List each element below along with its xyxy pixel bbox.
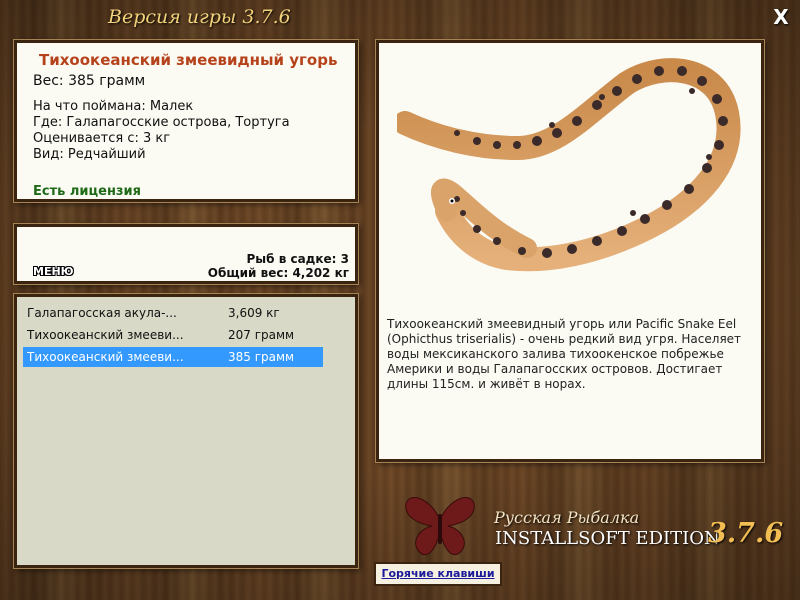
butterfly-logo bbox=[405, 497, 475, 556]
list-item-weight: 385 грамм bbox=[228, 350, 295, 364]
fish-kind: Вид: Редчайший bbox=[33, 147, 146, 162]
list-item-name: Тихоокеанский змееви... bbox=[27, 328, 184, 342]
brand-title: Русская Рыбалка bbox=[494, 508, 640, 527]
list-item-selected[interactable]: Тихоокеанский змееви... 385 грамм bbox=[23, 347, 323, 367]
fish-count: Рыб в садке: 3 bbox=[246, 252, 350, 266]
window-title: Версия игры 3.7.6 bbox=[108, 6, 291, 28]
fish-name: Тихоокеанский змеевидный угорь bbox=[39, 51, 338, 69]
menu-button[interactable]: МЕНЮ bbox=[33, 265, 74, 278]
fish-weight: Вес: 385 грамм bbox=[33, 73, 146, 89]
brand-version: 3.7.6 bbox=[708, 518, 784, 549]
total-weight: Общий вес: 4,202 кг bbox=[207, 266, 349, 280]
license-status: Есть лицензия bbox=[33, 184, 141, 199]
fish-photo-panel: Тихоокеанский змеевидный угорь или Pacif… bbox=[376, 40, 764, 462]
fish-description: Тихоокеанский змеевидный угорь или Pacif… bbox=[387, 317, 742, 391]
fish-info-panel: Тихоокеанский змеевидный угорь Вес: 385 … bbox=[14, 40, 358, 202]
list-item-name: Галапагосская акула-... bbox=[27, 306, 177, 320]
catch-list: Галапагосская акула-... 3,609 кг Тихооке… bbox=[14, 294, 358, 568]
fish-bait: На что поймана: Малек bbox=[33, 99, 194, 114]
brand-edition: INSTALLSOFT EDITION bbox=[495, 528, 720, 549]
hotkeys-button[interactable]: Горячие клавиши bbox=[374, 562, 502, 586]
fish-location: Где: Галапагосские острова, Тортуга bbox=[33, 115, 290, 130]
list-item[interactable]: Галапагосская акула-... 3,609 кг bbox=[23, 303, 323, 323]
list-item[interactable]: Тихоокеанский змееви... 207 грамм bbox=[23, 325, 323, 345]
close-icon[interactable]: X bbox=[770, 6, 792, 28]
snake-eel-image bbox=[397, 58, 741, 272]
list-item-weight: 3,609 кг bbox=[228, 306, 280, 320]
cage-stats-panel: МЕНЮ Рыб в садке: 3 Общий вес: 4,202 кг bbox=[14, 224, 358, 284]
list-item-name: Тихоокеанский змееви... bbox=[27, 350, 184, 364]
fish-valued-from: Оценивается с: 3 кг bbox=[33, 131, 171, 146]
list-item-weight: 207 грамм bbox=[228, 328, 295, 342]
